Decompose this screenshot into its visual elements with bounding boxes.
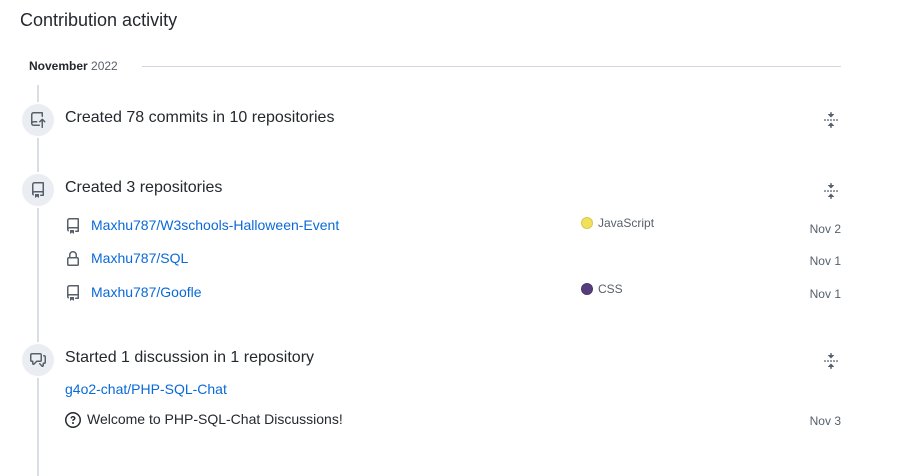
discussion-date: Nov 3 [809,414,841,428]
repo-link-goofle[interactable]: Maxhu787/Goofle [91,284,202,300]
fold-icon [824,183,838,199]
fold-discussion-button[interactable] [821,351,841,371]
month-name: November [29,59,88,73]
lock-icon [67,251,79,266]
fold-icon [824,112,838,128]
discussion-link[interactable]: Welcome to PHP-SQL-Chat Discussions! [87,411,343,427]
repo-icon [67,218,79,234]
language-color-dot [581,217,593,229]
language-name: CSS [598,282,623,296]
repos-event-title: Created 3 repositories [65,179,223,196]
repo-language: CSS [581,282,623,296]
fold-commits-button[interactable] [821,110,841,130]
repo-icon [20,172,56,208]
month-heading: November 2022 [29,59,118,73]
month-year: 2022 [91,59,118,73]
repo-date: Nov 2 [809,222,841,236]
repo-date: Nov 1 [809,254,841,268]
comment-discussion-icon [20,342,56,378]
repo-push-icon [20,102,56,138]
repo-link-w3schools-halloween-event[interactable]: Maxhu787/W3schools-Halloween-Event [91,217,339,233]
month-divider [142,66,841,67]
timeline-line [37,85,39,476]
language-name: JavaScript [598,216,655,230]
section-title: Contribution activity [20,10,178,30]
commits-event-title: Created 78 commits in 10 repositories [65,109,335,126]
language-color-dot [581,283,593,295]
discussion-repo-link[interactable]: g4o2-chat/PHP-SQL-Chat [65,381,227,397]
repo-icon [67,285,79,301]
repo-date: Nov 1 [809,287,841,301]
discussion-event-title: Started 1 discussion in 1 repository [65,349,315,366]
question-icon [65,412,81,428]
repo-link-sql[interactable]: Maxhu787/SQL [91,250,188,266]
fold-icon [824,353,838,369]
repo-language: JavaScript [581,216,654,230]
fold-repos-button[interactable] [821,181,841,201]
